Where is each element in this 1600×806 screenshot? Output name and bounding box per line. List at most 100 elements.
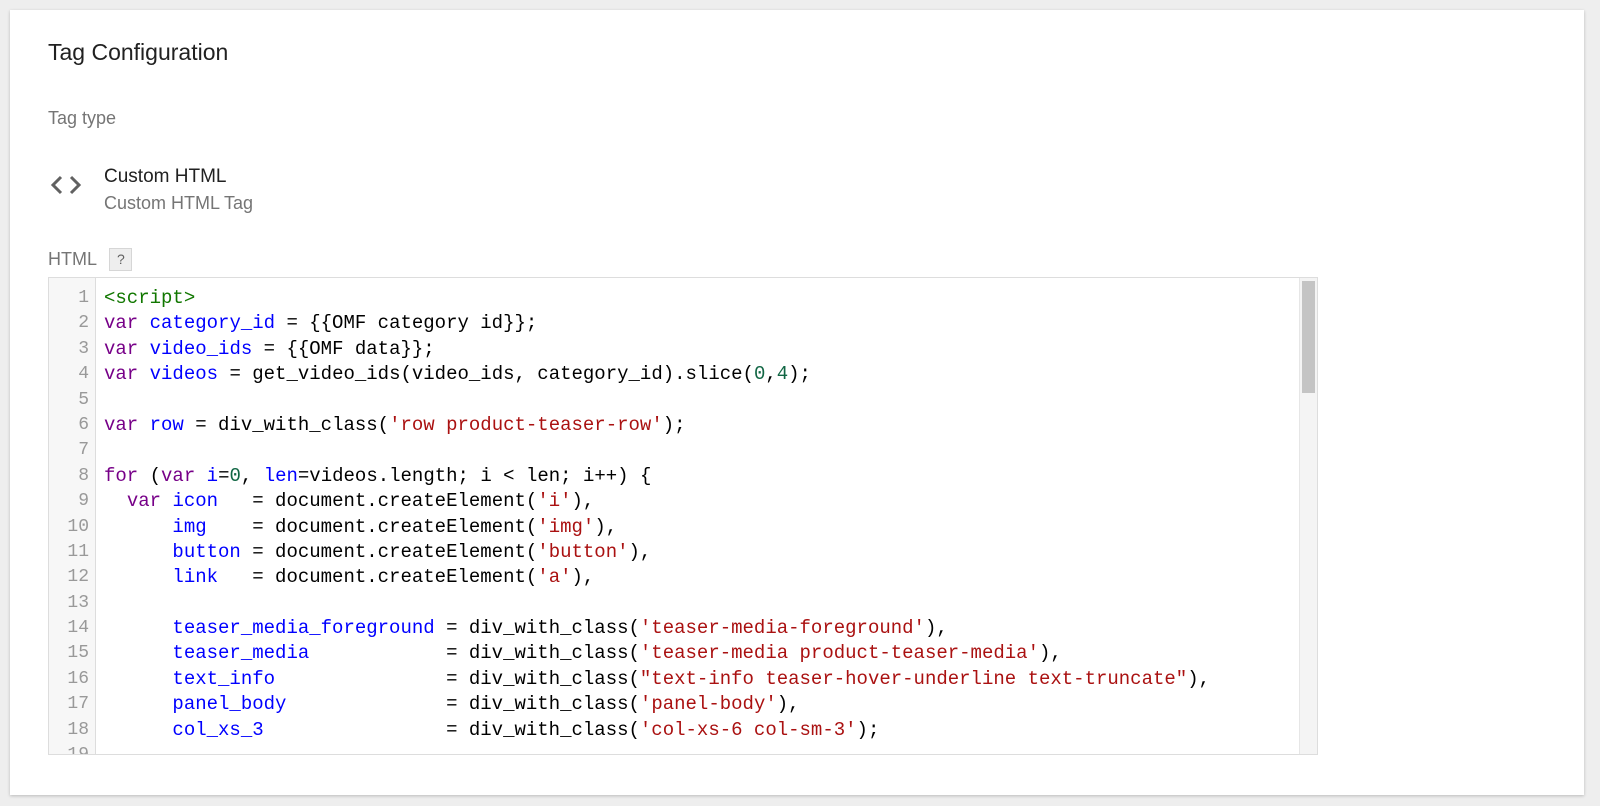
- line-number: 5: [78, 389, 89, 410]
- code-token: );: [856, 718, 880, 741]
- code-line: 7: [49, 438, 1317, 463]
- code-token: link: [172, 566, 219, 589]
- code-token: 'col-xs-6 col-sm-3': [639, 718, 857, 741]
- code-line: 6 var row = div_with_class('row product-t…: [49, 413, 1317, 438]
- code-line: 10 img = document.createElement('img'),: [49, 515, 1317, 540]
- line-content: var row = div_with_class('row product-te…: [104, 413, 686, 438]
- line-content: col_xs_3 = div_with_class('col-xs-6 col-…: [104, 718, 879, 743]
- code-token: = div_with_class(: [263, 718, 640, 741]
- line-number: 13: [67, 592, 89, 613]
- code-brackets-icon: [48, 170, 84, 200]
- tag-configuration-card: Tag Configuration Tag type Custom HTML C…: [10, 10, 1584, 795]
- code-line: 15 teaser_media = div_with_class('teaser…: [49, 641, 1317, 666]
- tag-type-selector[interactable]: Custom HTML Custom HTML Tag: [48, 158, 548, 218]
- code-token: img: [172, 515, 207, 538]
- code-token: len: [263, 464, 298, 487]
- editor-scrollbar[interactable]: [1299, 278, 1317, 754]
- code-token: text_info: [172, 667, 276, 690]
- code-line: 17 panel_body = div_with_class('panel-bo…: [49, 692, 1317, 717]
- line-content: button = document.createElement('button'…: [104, 540, 651, 565]
- code-token: button: [172, 540, 241, 563]
- code-token: = {{OMF category id}};: [275, 312, 538, 335]
- code-token: = div_with_class(: [183, 413, 390, 436]
- code-line: 3 var video_ids = {{OMF data}};: [49, 337, 1317, 362]
- code-line: 5: [49, 388, 1317, 413]
- code-lines: 1 <script> 2 var category_id = {{OMF catego…: [49, 286, 1317, 754]
- tag-type-description: Custom HTML Tag: [104, 193, 254, 213]
- code-token: 4: [776, 363, 789, 386]
- code-token: video_ids: [149, 337, 253, 360]
- code-line: 8 for (var i=0, len=videos.length; i < le…: [49, 464, 1317, 489]
- line-number: 18: [67, 719, 89, 740]
- code-token: icon: [172, 490, 219, 513]
- line-content: teaser_media_foreground = div_with_class…: [104, 616, 947, 641]
- code-token: 'row product-teaser-row': [389, 413, 663, 436]
- code-token: = document.createElement(: [218, 490, 538, 513]
- help-button[interactable]: ?: [109, 248, 133, 271]
- code-token: var: [104, 363, 139, 386]
- line-number: 2: [78, 313, 89, 334]
- code-token: var: [161, 464, 196, 487]
- code-token: 'teaser-media product-teaser-media': [639, 642, 1039, 665]
- code-token: ),: [776, 693, 800, 716]
- code-token: = document.createElement(: [240, 540, 538, 563]
- code-token: 'panel-body': [639, 693, 777, 716]
- line-number: 1: [78, 288, 89, 308]
- code-token: 'img': [537, 515, 595, 538]
- code-token: = div_with_class(: [275, 667, 640, 690]
- code-token: 'a': [537, 566, 572, 589]
- code-token: 0: [753, 363, 766, 386]
- code-token: );: [662, 413, 686, 436]
- code-line: 13: [49, 591, 1317, 616]
- code-token: = document.createElement(: [206, 515, 538, 538]
- code-token: 'teaser-media-foreground': [639, 617, 925, 640]
- code-line: 14 teaser_media_foreground = div_with_cl…: [49, 616, 1317, 641]
- line-content: text_info = div_with_class("text-info te…: [104, 667, 1210, 692]
- code-token: =: [218, 464, 230, 487]
- code-token: 0: [229, 464, 241, 487]
- line-number: 15: [67, 643, 89, 664]
- line-content: panel_body = div_with_class('panel-body'…: [104, 692, 800, 717]
- code-token: = get_video_ids(video_ids, category_id).…: [218, 363, 754, 386]
- code-token: 'button': [537, 540, 629, 563]
- code-line: 18 col_xs_3 = div_with_class('col-xs-6 c…: [49, 718, 1317, 743]
- code-token: = div_with_class(: [309, 642, 640, 665]
- code-token: "text-info teaser-hover-underline text-t…: [639, 667, 1188, 690]
- code-line: 19: [49, 743, 1317, 754]
- code-token: category_id: [149, 312, 276, 335]
- code-line: 11 button = document.createElement('butt…: [49, 540, 1317, 565]
- scrollbar-thumb[interactable]: [1302, 281, 1315, 393]
- line-number: 9: [78, 491, 89, 512]
- code-token: col_xs_3: [172, 718, 264, 741]
- line-number: 8: [78, 465, 89, 486]
- code-line: 2 var category_id = {{OMF category id}};: [49, 311, 1317, 336]
- line-number: 6: [78, 414, 89, 435]
- tag-type-name: Custom HTML: [104, 166, 227, 187]
- code-token: videos: [149, 363, 219, 386]
- line-number: 19: [49, 743, 89, 754]
- code-token: var: [104, 312, 139, 335]
- line-content: for (var i=0, len=videos.length; i < len…: [104, 464, 651, 489]
- line-number: 12: [67, 567, 89, 588]
- code-token: ),: [594, 515, 618, 538]
- code-token: ),: [571, 490, 595, 513]
- line-number: 4: [78, 364, 89, 385]
- line-number: 3: [78, 338, 89, 359]
- code-token: 'i': [537, 490, 572, 513]
- code-token: );: [788, 363, 811, 386]
- html-field-label: HTML: [48, 249, 97, 269]
- code-token: = div_with_class(: [286, 693, 640, 716]
- html-code-editor[interactable]: 1 <script> 2 var category_id = {{OMF catego…: [48, 277, 1318, 755]
- code-line: 9 var icon = document.createElement('i')…: [49, 489, 1317, 514]
- code-token: <script>: [104, 287, 196, 309]
- code-token: i: [206, 464, 219, 487]
